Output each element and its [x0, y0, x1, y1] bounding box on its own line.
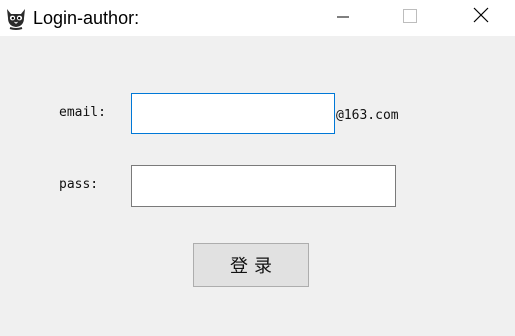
close-icon	[473, 7, 489, 27]
email-label: email:	[59, 105, 106, 120]
cat-icon	[4, 6, 28, 30]
minimize-icon	[337, 8, 349, 27]
login-button[interactable]: 登录	[193, 243, 309, 287]
minimize-button[interactable]	[320, 0, 366, 34]
pass-label: pass:	[59, 177, 99, 192]
title-bar[interactable]: Login-author:	[0, 0, 515, 36]
window-title: Login-author:	[33, 8, 140, 28]
login-window: Login-author: email: @163.com pass: 登录	[0, 0, 515, 336]
email-field[interactable]	[131, 93, 335, 134]
password-field[interactable]	[131, 165, 396, 207]
maximize-button[interactable]	[387, 0, 433, 34]
close-button[interactable]	[458, 0, 504, 34]
maximize-icon	[403, 8, 417, 27]
email-domain-suffix: @163.com	[336, 108, 399, 123]
